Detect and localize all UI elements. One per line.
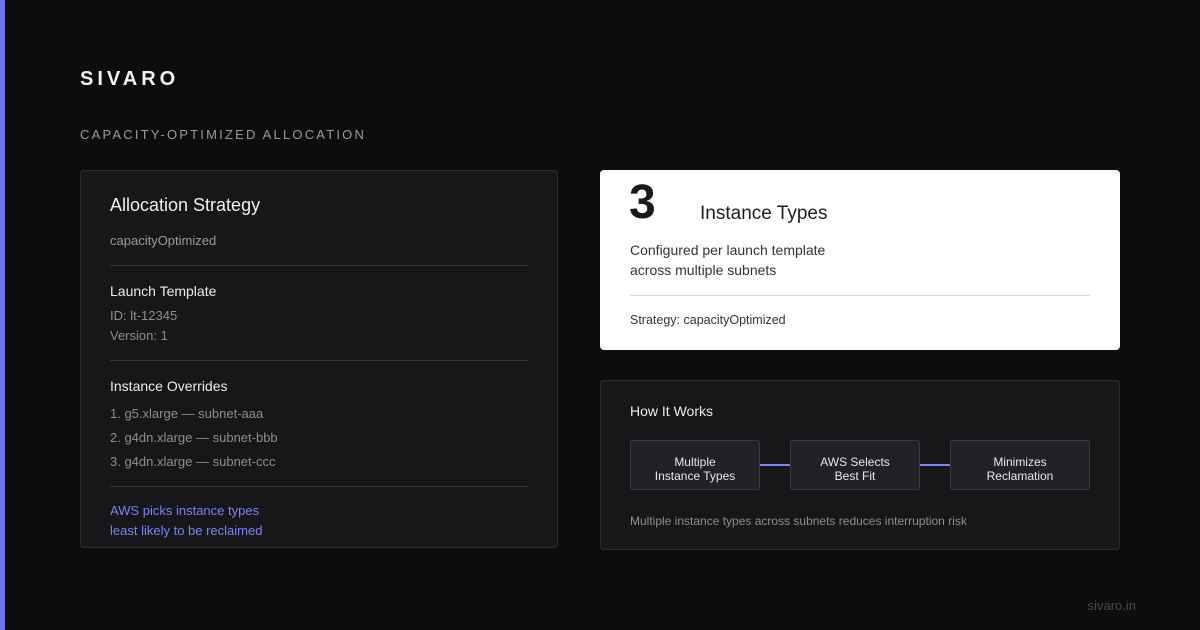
summary-description: Configured per launch template [630,242,826,258]
instance-overrides-title: Instance Overrides [110,378,228,394]
strategy-value: capacityOptimized [110,233,217,248]
instance-count: 3 [629,176,656,229]
step-label: AWS Selects Best Fit [820,455,890,483]
allocation-strategy-card: Allocation Strategy capacityOptimized La… [80,170,558,548]
how-it-works-card: How It Works Multiple Instance Types AWS… [600,380,1120,550]
override-item: 3. g4dn.xlarge — subnet-ccc [110,454,276,469]
note-line: AWS picks instance types [110,503,260,518]
flow-step-multiple-instance-types: Multiple Instance Types [630,440,760,490]
flow-step-minimizes-reclamation: Minimizes Reclamation [950,440,1090,490]
how-it-works-title: How It Works [630,403,713,419]
flow-connector [760,464,790,466]
override-item: 1. g5.xlarge — subnet-aaa [110,406,264,421]
flow-connector [920,464,950,466]
override-item: 2. g4dn.xlarge — subnet-bbb [110,430,278,445]
instance-types-card: 3 Instance Types Configured per launch t… [600,170,1120,350]
summary-strategy: Strategy: capacityOptimized [630,313,786,327]
divider [630,295,1090,296]
divider [110,486,528,487]
divider [110,360,528,361]
page-subtitle: CAPACITY-OPTIMIZED ALLOCATION [80,127,367,142]
accent-bar [0,0,5,630]
summary-description: across multiple subnets [630,262,777,278]
how-it-works-caption: Multiple instance types across subnets r… [630,514,967,528]
flow-step-aws-selects: AWS Selects Best Fit [790,440,920,490]
footer-domain: sivaro.in [1087,598,1136,613]
launch-template-version: Version: 1 [110,328,168,343]
card-title: Allocation Strategy [110,195,261,215]
divider [110,265,528,266]
step-label: Minimizes Reclamation [986,455,1054,483]
instance-count-label: Instance Types [700,203,828,224]
note-line: least likely to be reclaimed [110,523,263,538]
step-label: Multiple Instance Types [654,455,736,483]
launch-template-title: Launch Template [110,283,217,299]
brand-logo: SIVARO [80,68,180,90]
launch-template-id: ID: lt-12345 [110,308,178,323]
